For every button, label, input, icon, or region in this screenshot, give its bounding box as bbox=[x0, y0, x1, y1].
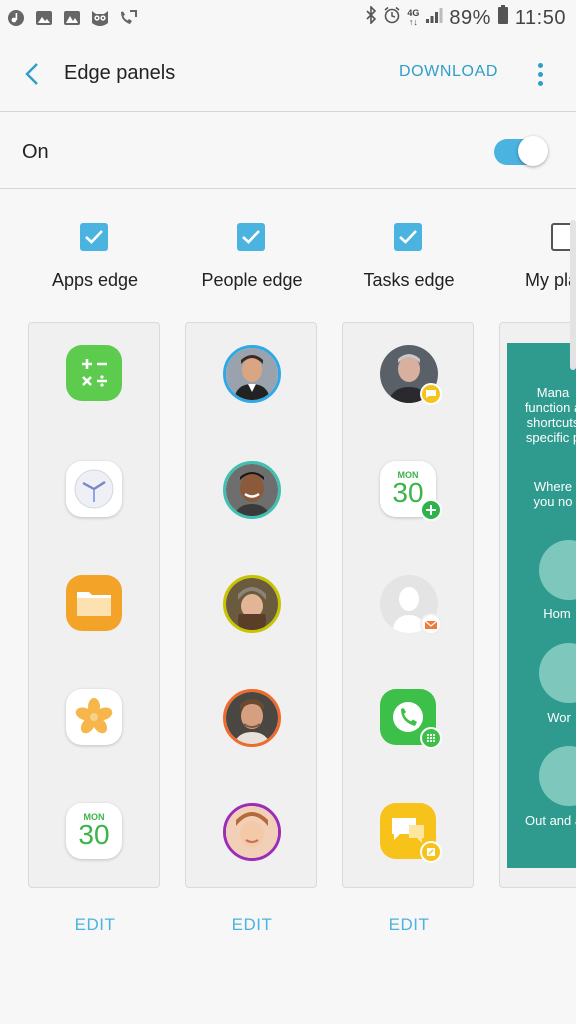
status-bar: 4G ↑↓ 89% 11:50 bbox=[0, 0, 576, 36]
missed-call-icon bbox=[118, 9, 138, 27]
chevron-left-icon bbox=[25, 63, 38, 85]
calendar-icon: MON 30 bbox=[66, 803, 124, 861]
check-icon bbox=[399, 230, 417, 244]
compose-badge-icon bbox=[420, 841, 442, 863]
message-contact-task bbox=[380, 345, 442, 405]
out-and-about-place-icon bbox=[539, 746, 576, 806]
email-badge-icon bbox=[420, 613, 442, 635]
network-type: 4G ↑↓ bbox=[407, 8, 420, 27]
clock-icon bbox=[66, 461, 124, 519]
image-notification-icon bbox=[62, 9, 82, 27]
people-edge-checkbox[interactable] bbox=[237, 223, 265, 251]
panel-label: People edge bbox=[201, 270, 303, 290]
check-icon bbox=[85, 230, 103, 244]
panel-tasks-edge: Tasks edge MON 30 EDIT bbox=[342, 190, 476, 950]
music-icon bbox=[6, 9, 26, 27]
calculator-icon bbox=[66, 345, 124, 403]
panel-label: My pla bbox=[525, 270, 576, 290]
battery-percent: 89% bbox=[449, 6, 491, 29]
my-place-intro-line: Mana bbox=[536, 385, 570, 400]
my-files-icon bbox=[66, 575, 124, 633]
more-vert-icon bbox=[537, 62, 543, 68]
my-place-prompt-line: Where bbox=[533, 479, 573, 494]
panel-label: Tasks edge bbox=[363, 270, 455, 290]
place-label-home: Hom bbox=[543, 606, 571, 621]
check-icon bbox=[242, 230, 260, 244]
gallery-notification-icon bbox=[34, 9, 54, 27]
master-switch-row[interactable]: On bbox=[0, 113, 576, 189]
signal-icon bbox=[425, 6, 443, 30]
horizontal-scroll-indicator bbox=[570, 220, 576, 370]
calendar-date: 30 bbox=[78, 819, 110, 850]
compose-message-task bbox=[380, 803, 442, 863]
calendar-date: 30 bbox=[392, 477, 424, 508]
tasks-edge-edit-button[interactable]: EDIT bbox=[342, 915, 476, 935]
bluetooth-icon bbox=[365, 5, 377, 30]
clock: 11:50 bbox=[514, 6, 566, 29]
app-bar: Edge panels DOWNLOAD bbox=[0, 36, 576, 112]
system-status: 4G ↑↓ 89% 11:50 bbox=[365, 5, 566, 31]
panel-apps-edge: Apps edge MON 30 EDIT bbox=[28, 190, 162, 950]
notification-icons bbox=[6, 9, 138, 27]
back-button[interactable] bbox=[14, 56, 50, 92]
apps-edge-edit-button[interactable]: EDIT bbox=[28, 915, 162, 935]
work-place-icon bbox=[539, 643, 576, 703]
home-place-icon bbox=[539, 540, 576, 600]
contact-avatar bbox=[223, 461, 281, 519]
toggle-thumb[interactable] bbox=[518, 136, 548, 166]
apps-edge-preview[interactable]: MON 30 bbox=[28, 322, 160, 888]
page-title: Edge panels bbox=[64, 62, 176, 84]
battery-icon bbox=[497, 5, 509, 31]
master-switch-label: On bbox=[22, 141, 49, 163]
my-place-intro-line: shortcuts bbox=[526, 415, 576, 430]
panel-label: Apps edge bbox=[51, 270, 139, 290]
people-edge-edit-button[interactable]: EDIT bbox=[185, 915, 319, 935]
contact-avatar bbox=[223, 345, 281, 403]
tasks-edge-preview[interactable]: MON 30 bbox=[342, 322, 474, 888]
compose-email-task bbox=[380, 575, 442, 635]
create-event-task: MON 30 bbox=[380, 461, 442, 521]
alarm-icon bbox=[383, 6, 401, 30]
dialpad-badge-icon bbox=[420, 727, 442, 749]
contact-avatar bbox=[223, 575, 281, 633]
my-place-intro-line: specific p bbox=[525, 430, 576, 445]
download-button[interactable]: DOWNLOAD bbox=[399, 63, 498, 81]
owl-app-icon bbox=[90, 9, 110, 27]
dial-task bbox=[380, 689, 442, 749]
panel-people-edge: People edge EDIT bbox=[185, 190, 319, 950]
add-badge-icon bbox=[420, 499, 442, 521]
my-place-content: Mana function a shortcuts specific p Whe… bbox=[507, 343, 576, 868]
contact-avatar bbox=[223, 689, 281, 747]
contact-avatar bbox=[223, 803, 281, 861]
place-label-out: Out and a bbox=[525, 813, 576, 828]
more-options-button[interactable] bbox=[528, 58, 552, 90]
people-edge-preview[interactable] bbox=[185, 322, 317, 888]
my-place-prompt-line: you no bbox=[533, 494, 573, 509]
gallery-icon bbox=[66, 689, 124, 747]
my-place-intro-line: function a bbox=[524, 400, 576, 415]
apps-edge-checkbox[interactable] bbox=[80, 223, 108, 251]
tasks-edge-checkbox[interactable] bbox=[394, 223, 422, 251]
message-badge-icon bbox=[420, 383, 442, 405]
place-label-work: Wor bbox=[547, 710, 571, 725]
